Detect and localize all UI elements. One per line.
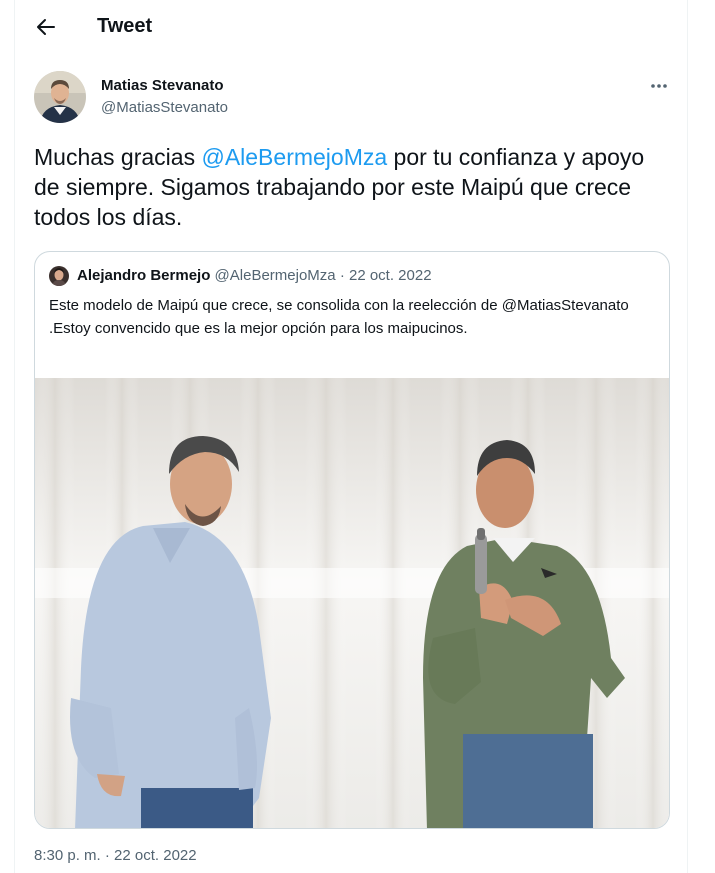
arrow-left-icon	[37, 19, 55, 35]
quoted-avatar-photo	[49, 266, 69, 286]
quoted-meta: @AleBermejoMza · 22 oct. 2022	[214, 267, 432, 284]
mention-link[interactable]: @AleBermejoMza	[201, 144, 387, 170]
quoted-text: Este modelo de Maipú que crece, se conso…	[49, 297, 629, 337]
quoted-author-avatar	[49, 266, 69, 286]
tweet-text: Muchas gracias @AleBermejoMza por tu con…	[34, 142, 674, 232]
more-dots-icon	[651, 84, 667, 88]
author-avatar[interactable]	[34, 71, 86, 123]
back-button[interactable]	[31, 12, 61, 42]
avatar-photo	[34, 71, 86, 123]
quoted-header: Alejandro Bermejo @AleBermejoMza · 22 oc…	[77, 267, 432, 284]
author-name[interactable]: Matias Stevanato	[101, 77, 224, 94]
quoted-author-name: Alejandro Bermejo	[77, 267, 211, 284]
tweet-text-part1: Muchas gracias	[34, 144, 202, 170]
quoted-tweet[interactable]: Alejandro Bermejo @AleBermejoMza · 22 oc…	[34, 251, 670, 829]
page-title: Tweet	[97, 15, 153, 37]
top-bar: Tweet	[15, 0, 687, 54]
more-options-button[interactable]	[647, 74, 671, 98]
tweet-page: Tweet Matias Stevanato @MatiasStevanato …	[14, 0, 688, 873]
author-handle[interactable]: @MatiasStevanato	[101, 99, 228, 116]
quoted-tweet-photo	[35, 378, 669, 828]
tweet-timestamp[interactable]: 8:30 p. m. · 22 oct. 2022	[34, 847, 197, 864]
